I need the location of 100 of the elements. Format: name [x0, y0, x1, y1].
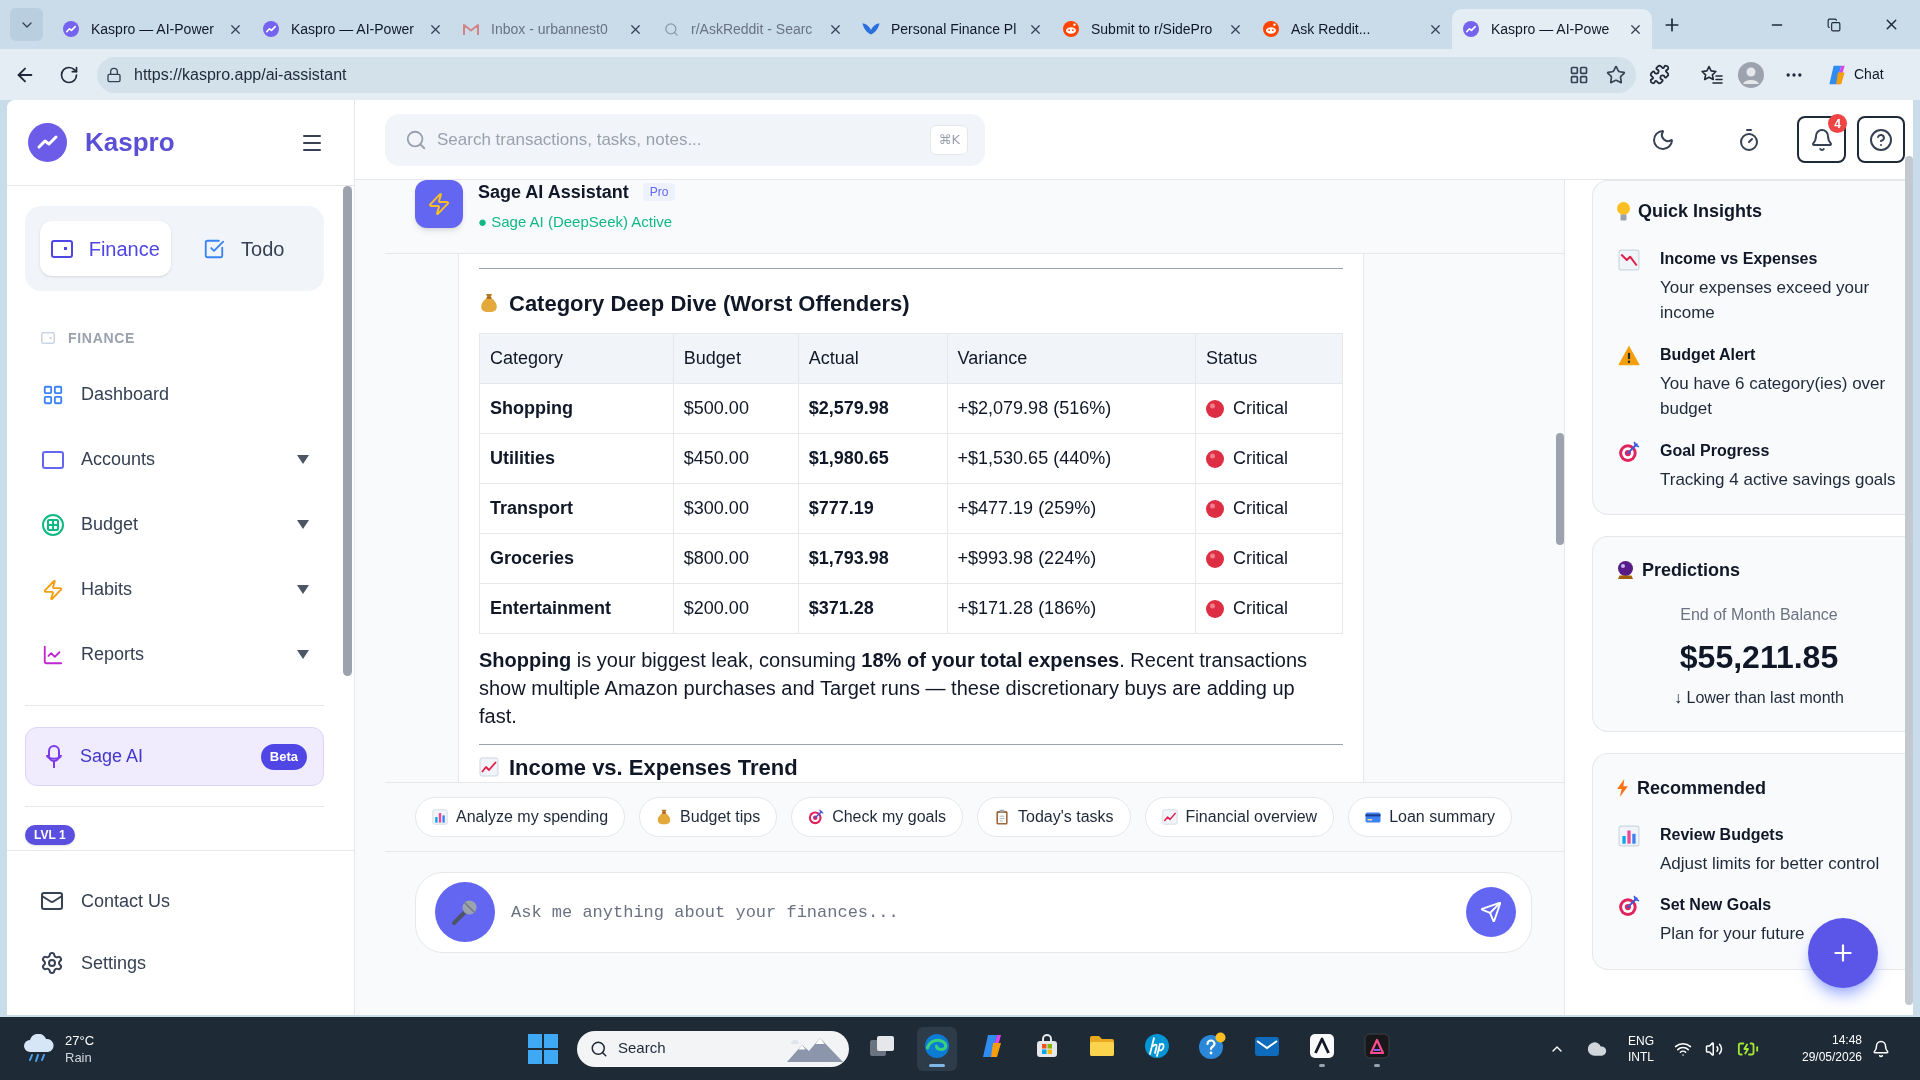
reload-icon[interactable]: [59, 64, 79, 85]
trend-logo-icon: [63, 21, 79, 37]
bar-chart-icon: [1618, 825, 1640, 847]
lightning-icon: [42, 578, 64, 601]
running-indicator: [929, 1063, 945, 1067]
restore-icon[interactable]: [1827, 17, 1841, 32]
suggestion-chip[interactable]: Today's tasks: [977, 797, 1131, 837]
running-indicator: [1319, 1063, 1325, 1067]
suggestion-chip[interactable]: Budget tips: [639, 797, 778, 837]
browser-tab[interactable]: Ask Reddit...: [1252, 9, 1452, 49]
nav-item[interactable]: Budget: [25, 492, 324, 557]
level-badge: LVL 1: [25, 825, 75, 845]
scrollbar-thumb[interactable]: [1905, 156, 1913, 1005]
browser-tab[interactable]: Submit to r/SidePro: [1052, 9, 1252, 49]
star-icon[interactable]: [1606, 64, 1626, 85]
taskbar-search[interactable]: Search: [577, 1030, 849, 1067]
status-label: Critical: [1233, 597, 1289, 620]
envelope-icon: [1254, 1034, 1280, 1057]
assistant-title: Sage AI Assistant: [478, 180, 629, 204]
scrollbar-thumb[interactable]: [343, 186, 352, 676]
table-cell: +$993.98 (224%): [947, 533, 1196, 584]
notifications-button[interactable]: 4: [1797, 116, 1846, 163]
nav-item[interactable]: Sage AI Beta: [25, 727, 324, 786]
chat-button[interactable]: Chat: [1820, 57, 1890, 92]
peak-logo-icon: [1309, 1032, 1335, 1059]
column-header: Actual: [798, 333, 948, 384]
clock-button[interactable]: 14:48 29/05/2026: [1796, 1031, 1862, 1066]
send-icon: [1480, 901, 1502, 923]
light-bulb-icon: [1617, 201, 1630, 221]
status-dot-icon: [1206, 399, 1225, 418]
suggestion-chip[interactable]: Analyze my spending: [415, 797, 626, 837]
rising-chart-icon: [1161, 809, 1178, 825]
trend-text: ↓ Lower than last month: [1674, 688, 1844, 708]
browser-tab[interactable]: Inbox - urbannest0: [452, 9, 652, 49]
suggestion-chip[interactable]: Loan summary: [1348, 797, 1512, 837]
mode-tab[interactable]: Finance: [40, 221, 171, 276]
item-title: Set New Goals: [1660, 895, 1773, 915]
browser-tab[interactable]: Kaspro — AI-Powe: [1452, 9, 1652, 49]
scrollbar-thumb[interactable]: [1556, 433, 1564, 545]
status-text: ● Sage AI (DeepSeek) Active: [478, 212, 674, 232]
caret-down-icon[interactable]: [297, 585, 309, 594]
table-cell: Entertainment: [479, 583, 674, 634]
nav-item[interactable]: Dashboard: [25, 362, 324, 427]
table-cell: +$2,079.98 (516%): [947, 383, 1196, 434]
item-title: Budget Alert: [1660, 345, 1757, 365]
clipboard-icon: [994, 809, 1010, 825]
mode-tab[interactable]: Todo: [178, 221, 309, 276]
browser-tab[interactable]: r/AskReddit - Searc: [652, 9, 852, 49]
table-cell: +$477.19 (259%): [947, 483, 1196, 534]
nav-item[interactable]: Accounts: [25, 427, 324, 492]
crystal-ball-icon: [1617, 561, 1634, 579]
message-field[interactable]: Ask me anything about your finances...: [415, 872, 1532, 953]
notification-icon[interactable]: [1872, 1039, 1890, 1058]
app-grid-icon[interactable]: [1569, 64, 1589, 85]
warning-icon: [1618, 345, 1640, 367]
section-heading: Category Deep Dive (Worst Offenders): [509, 289, 910, 318]
bird-icon: [862, 22, 880, 36]
browser-tab[interactable]: Kaspro — AI-Power: [252, 9, 452, 49]
nav-item[interactable]: Contact Us: [7, 870, 354, 932]
notification-badge: 4: [1828, 114, 1847, 133]
windows-logo-icon[interactable]: [528, 1033, 558, 1064]
caret-down-icon[interactable]: [297, 455, 309, 464]
moon-icon[interactable]: [1651, 127, 1675, 152]
table-cell: $800.00: [673, 533, 799, 584]
suggestion-chip[interactable]: Financial overview: [1144, 797, 1335, 837]
table-cell: Transport: [479, 483, 674, 534]
table-cell: $200.00: [673, 583, 799, 634]
nav-item[interactable]: Habits: [25, 557, 324, 622]
lock-icon: [106, 66, 122, 83]
address-bar[interactable]: https://kaspro.app/ai-assistant: [97, 56, 1636, 93]
nav-item[interactable]: Reports: [25, 622, 324, 687]
rectangle-icon: [42, 450, 64, 469]
settings-icon: [40, 951, 64, 975]
volume-icon[interactable]: [1705, 1039, 1723, 1058]
card-title: Recommended: [1637, 776, 1767, 800]
credit-card-icon: [1365, 811, 1382, 823]
language-button[interactable]: ENG INTL: [1628, 1032, 1654, 1065]
browser-tab[interactable]: Kaspro — AI-Power: [52, 9, 252, 49]
shopping-bag-icon: [1035, 1033, 1059, 1058]
weather-text: Rain: [65, 1048, 93, 1066]
envelope-icon: [463, 22, 479, 36]
card-title: Predictions: [1642, 558, 1741, 582]
column-header: Status: [1195, 333, 1343, 384]
puzzle-icon[interactable]: [1649, 64, 1670, 85]
line-chart-icon: [42, 643, 64, 666]
balance-label: End of Month Balance: [1680, 605, 1838, 625]
section-label: FINANCE: [68, 328, 136, 348]
status-dot-icon: [1206, 549, 1225, 568]
nav-item[interactable]: Settings: [7, 932, 354, 994]
status-dot-icon: [1206, 599, 1225, 618]
status-label: Critical: [1233, 547, 1289, 570]
caret-down-icon[interactable]: [297, 520, 309, 529]
taskbar-button[interactable]: [917, 1026, 957, 1071]
item-description: You have 6 category(ies) over budget: [1660, 373, 1887, 420]
star-list-icon[interactable]: [1701, 64, 1723, 85]
timer-icon[interactable]: [1737, 127, 1761, 152]
table-cell: $1,980.65: [798, 433, 948, 484]
caret-down-icon[interactable]: [297, 650, 309, 659]
suggestion-chip[interactable]: Check my goals: [791, 797, 963, 837]
browser-tab[interactable]: Personal Finance Pl: [852, 9, 1052, 49]
